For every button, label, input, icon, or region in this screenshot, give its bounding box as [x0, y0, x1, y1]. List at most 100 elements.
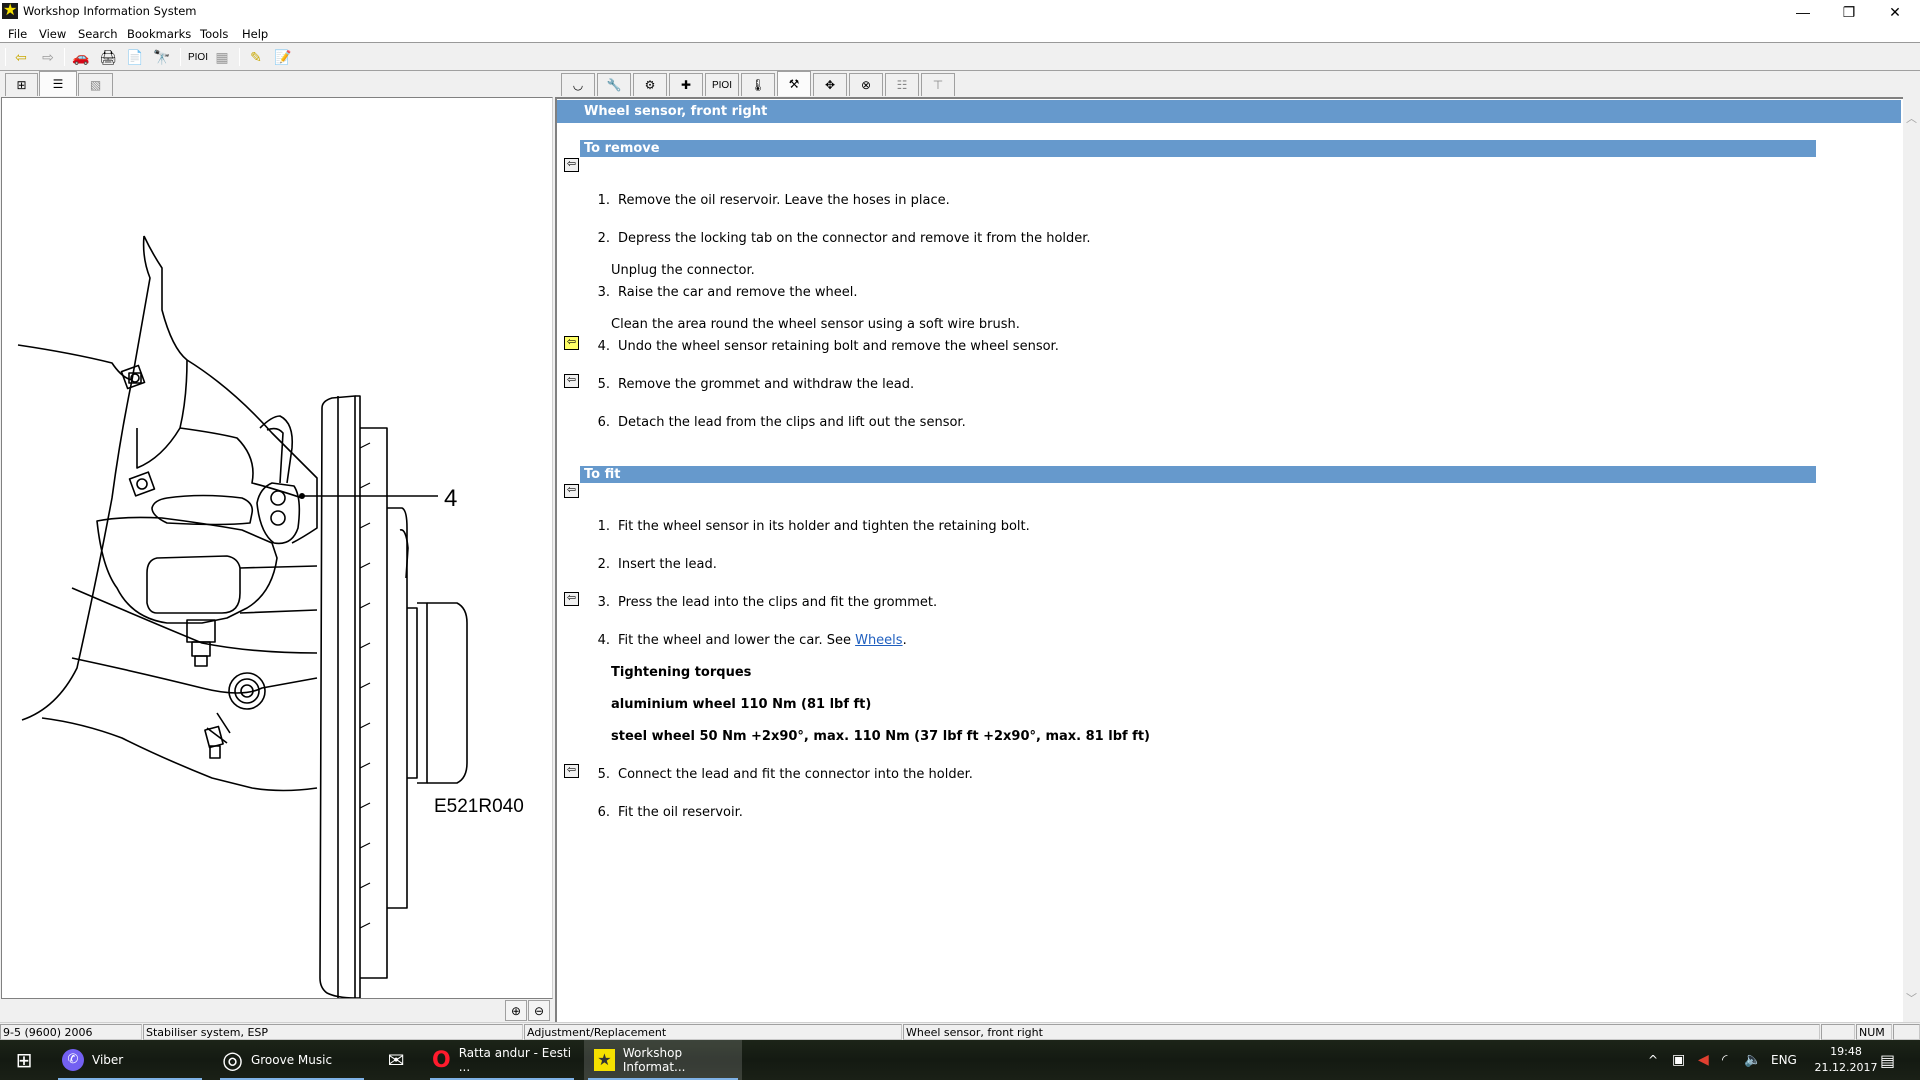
taskbar-viber[interactable]: ✆ Viber [54, 1040, 206, 1080]
tab-tools-icon[interactable]: ⚒ [777, 71, 811, 96]
zoom-toolbar: ⊕ ⊖ [1, 999, 553, 1022]
return-icon[interactable]: ⇦ [564, 484, 579, 498]
network-monitor-icon[interactable]: ▣ [1672, 1040, 1685, 1080]
return-icon[interactable]: ⇦ [564, 592, 579, 606]
remove-step-2-note: Unplug the connector. [611, 263, 755, 278]
vertical-scrollbar[interactable]: ︿ ﹀ [1903, 99, 1920, 1022]
scroll-up-icon[interactable]: ︿ [1903, 109, 1920, 126]
status-num: NUM [1856, 1024, 1892, 1040]
tab-first-aid-icon[interactable]: ✚ [669, 73, 703, 96]
printer-icon[interactable]: 🖨 [97, 47, 119, 67]
remove-step-3: 3. Raise the car and remove the wheel. [597, 285, 858, 300]
zoom-in-button[interactable]: ⊕ [505, 1000, 527, 1021]
return-icon[interactable]: ⇦ [564, 374, 579, 388]
groove-music-icon: ◎ [222, 1046, 243, 1074]
menu-tools[interactable]: Tools [200, 27, 228, 41]
disc-vent [360, 427, 388, 979]
tab-pioi-icon[interactable]: PIOI [705, 73, 739, 96]
wheel-sensor-illustration: 4 E521R040 [17, 235, 524, 998]
workshop-app-icon: ★ [594, 1049, 615, 1071]
torque-aluminium: aluminium wheel 110 Nm (81 lbf ft) [611, 697, 872, 712]
tab-image[interactable]: ▧ [78, 73, 113, 96]
body-outline [17, 235, 151, 381]
section-heading-fit: To fit [580, 466, 1816, 483]
wifi-icon[interactable]: ◜ [1722, 1040, 1727, 1080]
bolt-middle [128, 471, 156, 497]
minimize-button[interactable]: — [1780, 0, 1826, 24]
toolbar-separator [5, 48, 6, 66]
taskbar-opera[interactable]: O Ratta andur - Eesti ... [426, 1040, 578, 1080]
menu-help[interactable]: Help [242, 27, 268, 41]
fit-step-4: 4. Fit the wheel and lower the car. See W… [597, 633, 907, 648]
tab-document[interactable]: ☰ [39, 71, 77, 96]
status-system: Stabiliser system, ESP [143, 1024, 523, 1040]
pencil-icon[interactable]: ✎ [245, 47, 267, 67]
back-icon[interactable]: ⇦ [10, 47, 32, 67]
app-logo-icon: ★ [2, 2, 18, 19]
status-grip [1893, 1024, 1920, 1040]
clock-time: 19:48 [1830, 1045, 1862, 1058]
start-button[interactable]: ⊞ [0, 1040, 48, 1080]
status-operation: Adjustment/Replacement [524, 1024, 902, 1040]
figure-id: E521R040 [434, 796, 524, 817]
clock[interactable]: 19:48 21.12.2017 [1806, 1040, 1886, 1080]
menu-bar: File View Search Bookmarks Tools Help [0, 24, 1920, 43]
volume-icon[interactable]: 🔈 [1744, 1040, 1761, 1080]
pioi-button[interactable]: PIOI [184, 47, 212, 67]
fit-step-5: 5. Connect the lead and fit the connector… [597, 767, 973, 782]
toolbar-separator [64, 48, 65, 66]
tab-tree[interactable]: ⊞ [5, 73, 38, 96]
remove-step-2: 2. Depress the locking tab on the connect… [597, 231, 1091, 246]
menu-bookmarks[interactable]: Bookmarks [127, 27, 191, 41]
fit-step-2: 2. Insert the lead. [597, 557, 717, 572]
remove-step-5: 5. Remove the grommet and withdraw the le… [597, 377, 915, 392]
menu-search[interactable]: Search [78, 27, 118, 41]
tab-list-icon[interactable]: ☷ [885, 73, 919, 96]
note-pencil-icon[interactable]: 📝 [272, 47, 294, 67]
fit-step-1: 1. Fit the wheel sensor in its holder and… [597, 519, 1030, 534]
scroll-down-icon[interactable]: ﹀ [1903, 989, 1920, 1006]
tab-shirt-icon[interactable]: ⊤ [921, 73, 955, 96]
tab-wrench-icon[interactable]: 🔧 [597, 73, 631, 96]
remove-step-6: 6. Detach the lead from the clips and lif… [597, 415, 966, 430]
tray-overflow-chevron[interactable]: ^ [1648, 1040, 1658, 1080]
status-bar: 9-5 (9600) 2006 Stabiliser system, ESP A… [0, 1022, 1920, 1040]
torques-heading: Tightening torques [611, 665, 752, 680]
remove-step-3-note: Clean the area round the wheel sensor us… [611, 317, 1020, 332]
document-title: Wheel sensor, front right [557, 100, 1901, 123]
speaker-muted-icon[interactable]: ◀ [1698, 1040, 1709, 1080]
return-icon-highlighted[interactable]: ⇦ [564, 336, 579, 350]
fit-step-3: 3. Press the lead into the clips and fit … [597, 595, 938, 610]
tab-sensor-icon[interactable]: ⊗ [849, 73, 883, 96]
tab-thermometer-icon[interactable]: 🌡 [741, 73, 775, 96]
section-heading-remove: To remove [580, 140, 1816, 157]
binoculars-icon[interactable]: 🔭 [151, 47, 173, 67]
status-blank [1821, 1024, 1855, 1040]
status-model: 9-5 (9600) 2006 [0, 1024, 142, 1040]
menu-file[interactable]: File [8, 27, 27, 41]
action-center-icon[interactable]: ▤ [1880, 1040, 1895, 1080]
diagnostic-tool-icon[interactable]: ▦ [211, 47, 233, 67]
zoom-out-button[interactable]: ⊖ [528, 1000, 550, 1021]
forward-icon[interactable]: ⇨ [37, 47, 59, 67]
tab-wheel-icon[interactable]: ◡ [561, 73, 595, 96]
remove-step-4: 4. Undo the wheel sensor retaining bolt a… [597, 339, 1059, 354]
restore-button[interactable]: ❐ [1826, 0, 1872, 24]
car-icon[interactable]: 🚗 [70, 47, 92, 67]
main-toolbar: ⇦ ⇨ 🚗 🖨 📄 🔭 PIOI ▦ ✎ 📝 [0, 44, 1920, 71]
taskbar-mail[interactable]: ✉ [374, 1040, 418, 1080]
remove-step-1: 1. Remove the oil reservoir. Leave the ho… [597, 193, 950, 208]
return-icon[interactable]: ⇦ [564, 158, 579, 172]
taskbar-groove-music[interactable]: ◎ Groove Music [216, 1040, 368, 1080]
wheels-link[interactable]: Wheels [855, 633, 902, 648]
taskbar: ⊞ ✆ Viber ◎ Groove Music ✉ O Ratta andur… [0, 1040, 1920, 1080]
document-download-icon[interactable]: 📄 [124, 47, 146, 67]
title-bar: ★ Workshop Information System — ❐ ✕ [0, 0, 1920, 24]
tab-gears-icon[interactable]: ⚙ [633, 73, 667, 96]
return-icon[interactable]: ⇦ [564, 764, 579, 778]
close-button[interactable]: ✕ [1872, 0, 1918, 24]
tab-move-icon[interactable]: ✥ [813, 73, 847, 96]
taskbar-workshop-information[interactable]: ★ Workshop Informat... [584, 1040, 742, 1080]
language-indicator[interactable]: ENG [1771, 1040, 1797, 1080]
menu-view[interactable]: View [39, 27, 66, 41]
